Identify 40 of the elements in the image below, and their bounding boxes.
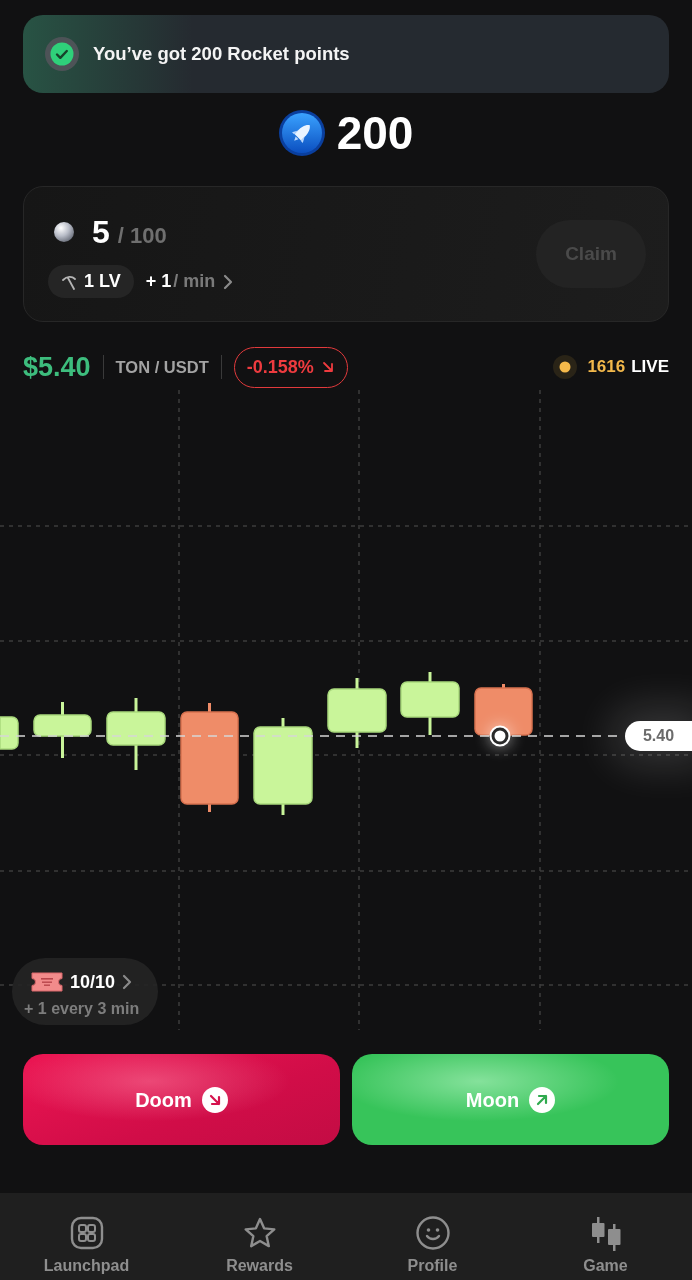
price-label: 5.40 [625, 721, 692, 751]
arrow-down-right-icon [320, 360, 335, 374]
chevron-right-icon [122, 974, 133, 990]
doom-button[interactable]: Doom [23, 1054, 340, 1145]
arrow-up-right-icon [529, 1086, 556, 1113]
rate-value: + 1 [145, 270, 172, 293]
ticket-icon [31, 971, 63, 993]
price-text: $5.40 [23, 350, 91, 384]
ticket-refill-text: + 1 every 3 min [24, 999, 140, 1019]
arrow-down-right-icon [201, 1086, 228, 1113]
nav-tab[interactable]: Rewards [173, 1193, 346, 1280]
coin-icon [54, 222, 74, 242]
rate-unit: / min [173, 270, 216, 293]
change-text: -0.158% [246, 355, 314, 379]
live-label: LIVE [631, 356, 669, 379]
mined-amount: 5 [92, 216, 110, 248]
level-text: 1 LV [84, 270, 121, 293]
current-price-marker [489, 725, 511, 747]
nav-tab[interactable]: Game [519, 1193, 692, 1280]
candlestick [0, 716, 19, 750]
nav-tab[interactable]: Profile [346, 1193, 519, 1280]
candlestick [106, 698, 166, 770]
candlestick [474, 684, 533, 736]
candlestick [33, 702, 92, 758]
online-count: 1616 [587, 356, 626, 379]
candlestick [327, 678, 387, 748]
check-icon [45, 37, 79, 71]
pair-label: TON / USDT [115, 356, 209, 378]
smiley-icon [414, 1215, 451, 1251]
candlestick [400, 672, 460, 735]
mining-capacity: / 100 [117, 221, 167, 250]
status-dot-icon [553, 355, 578, 379]
ticket-count: 10/10 [70, 970, 116, 994]
notification-text: You’ve got 200 Rocket points [93, 42, 350, 67]
grid-icon [68, 1215, 105, 1251]
pickaxe-icon [61, 273, 77, 290]
nav-tab[interactable]: Launchpad [0, 1193, 173, 1280]
balance-amount: 200 [336, 110, 414, 156]
chevron-right-icon [223, 273, 234, 290]
rocket-coin-icon [278, 110, 325, 156]
